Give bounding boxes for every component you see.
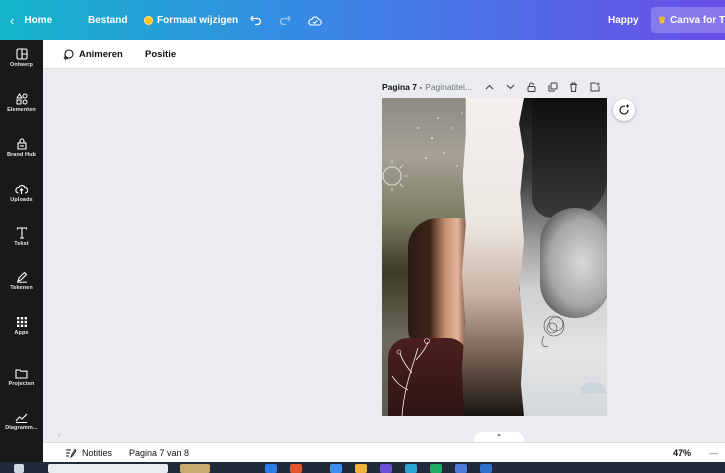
- chevron-down-icon: [506, 84, 515, 90]
- taskbar-widget-icon[interactable]: [180, 464, 210, 473]
- start-icon[interactable]: [14, 464, 24, 473]
- chevron-up-icon: ⌃: [495, 433, 503, 442]
- chart-icon: [15, 413, 28, 423]
- sidebar-item-label: Apps: [14, 330, 29, 336]
- resize-label: Formaat wijzigen: [157, 14, 239, 26]
- taskbar-app-icon[interactable]: [480, 464, 492, 473]
- move-page-down-button[interactable]: [506, 79, 515, 95]
- taskbar-app-icon[interactable]: [265, 464, 277, 473]
- sidebar-item-projecten[interactable]: Projecten: [0, 368, 43, 387]
- layout-icon: [15, 48, 28, 60]
- sidebar-item-label: Uploads: [10, 197, 33, 203]
- refresh-sparkle-icon: [619, 104, 629, 115]
- lock-icon: [527, 82, 536, 92]
- chevron-up-icon: [485, 84, 494, 90]
- save-status-button[interactable]: [308, 0, 322, 40]
- animate-icon: [63, 49, 74, 60]
- file-menu-button[interactable]: Bestand: [88, 0, 127, 40]
- position-button[interactable]: Positie: [145, 40, 176, 69]
- top-bar: ‹ Home Bestand Formaat wijzigen Happy ♛ …: [0, 0, 725, 40]
- taskbar-search[interactable]: [48, 464, 168, 473]
- undo-button[interactable]: [250, 0, 262, 40]
- upload-cloud-icon: [15, 185, 28, 194]
- trash-icon: [570, 82, 577, 92]
- notes-label: Notities: [82, 448, 113, 458]
- sidebar-item-label: Ontwerp: [9, 62, 33, 68]
- sidebar-item-elementen[interactable]: Elementen: [0, 93, 43, 113]
- decorative-doodles: [382, 112, 607, 416]
- undo-icon: [250, 15, 262, 25]
- sidebar-item-uploads[interactable]: Uploads: [0, 183, 43, 203]
- page-number: Pagina 7 -: [382, 82, 423, 92]
- home-label: Home: [24, 14, 53, 26]
- add-page-button[interactable]: [590, 79, 600, 95]
- sidebar-item-tekst[interactable]: Tekst: [0, 227, 43, 247]
- sidebar-item-label: Tekenen: [10, 285, 33, 291]
- text-icon: [16, 227, 27, 239]
- sidebar-item-label: Projecten: [8, 381, 35, 387]
- crown-coin-icon: [144, 15, 153, 25]
- design-page-canvas[interactable]: [382, 98, 607, 416]
- taskbar-app-icon[interactable]: [380, 464, 392, 473]
- canva-for-teams-button[interactable]: ♛ Canva for T: [651, 7, 725, 33]
- lock-page-button[interactable]: [527, 79, 536, 95]
- duplicate-icon: [548, 82, 558, 92]
- zoom-slider-handle[interactable]: —: [709, 443, 718, 463]
- redo-button[interactable]: [279, 0, 291, 40]
- chevron-left-icon: ‹: [10, 12, 15, 28]
- taskbar-app-icon[interactable]: [290, 464, 302, 473]
- horizontal-scroll-arrow[interactable]: ‹: [58, 432, 60, 439]
- home-button[interactable]: ‹ Home: [10, 0, 52, 40]
- notes-icon: [66, 448, 76, 458]
- sidebar-item-ontwerp[interactable]: Ontwerp: [0, 48, 43, 68]
- sidebar-item-brand-hub[interactable]: Brand Hub: [0, 138, 43, 158]
- animate-button[interactable]: Animeren: [63, 40, 123, 69]
- folder-icon: [15, 369, 28, 379]
- resize-button[interactable]: Formaat wijzigen: [144, 0, 238, 40]
- draw-icon: [16, 271, 27, 283]
- sidebar-item-tekenen[interactable]: Tekenen: [0, 271, 43, 291]
- left-sidebar: Ontwerp Elementen Brand Hub Uploads Teks…: [0, 40, 43, 462]
- context-toolbar: Animeren Positie: [43, 40, 725, 69]
- canva-for-label: Canva for T: [670, 14, 725, 26]
- taskbar-app-icon[interactable]: [405, 464, 417, 473]
- sidebar-item-label: Tekst: [14, 241, 29, 247]
- taskbar-app-icon[interactable]: [455, 464, 467, 473]
- bottom-bar: Notities Pagina 7 van 8 47% —: [43, 442, 725, 462]
- sidebar-item-label: Brand Hub: [6, 152, 36, 158]
- notes-button[interactable]: Notities: [65, 443, 112, 463]
- sidebar-item-label: Elementen: [7, 107, 36, 113]
- taskbar-app-icon[interactable]: [430, 464, 442, 473]
- shapes-icon: [15, 93, 27, 105]
- os-taskbar: [0, 462, 725, 473]
- duplicate-page-button[interactable]: [548, 79, 558, 95]
- brand-icon: [16, 138, 27, 150]
- delete-page-button[interactable]: [569, 79, 578, 95]
- user-name[interactable]: Happy: [608, 0, 639, 40]
- add-page-icon: [590, 82, 600, 92]
- animate-label: Animeren: [79, 49, 123, 60]
- zoom-level[interactable]: 47%: [673, 443, 691, 463]
- regenerate-button[interactable]: [613, 99, 635, 121]
- taskbar-app-icon[interactable]: [330, 464, 342, 473]
- sidebar-item-label: Diagramm...: [5, 425, 38, 431]
- page-title-input[interactable]: Paginatitel...: [425, 82, 472, 92]
- apps-grid-icon: [16, 317, 27, 327]
- sidebar-item-diagrammen[interactable]: Diagramm...: [0, 412, 43, 431]
- redo-icon: [279, 15, 291, 25]
- crown-icon: ♛: [658, 14, 667, 25]
- cloud-check-icon: [308, 16, 322, 26]
- move-page-up-button[interactable]: [485, 79, 494, 95]
- sidebar-item-apps[interactable]: Apps: [0, 316, 43, 336]
- page-header[interactable]: Pagina 7 - Paginatitel...: [382, 79, 472, 95]
- page-indicator[interactable]: Pagina 7 van 8: [129, 443, 189, 463]
- taskbar-app-icon[interactable]: [355, 464, 367, 473]
